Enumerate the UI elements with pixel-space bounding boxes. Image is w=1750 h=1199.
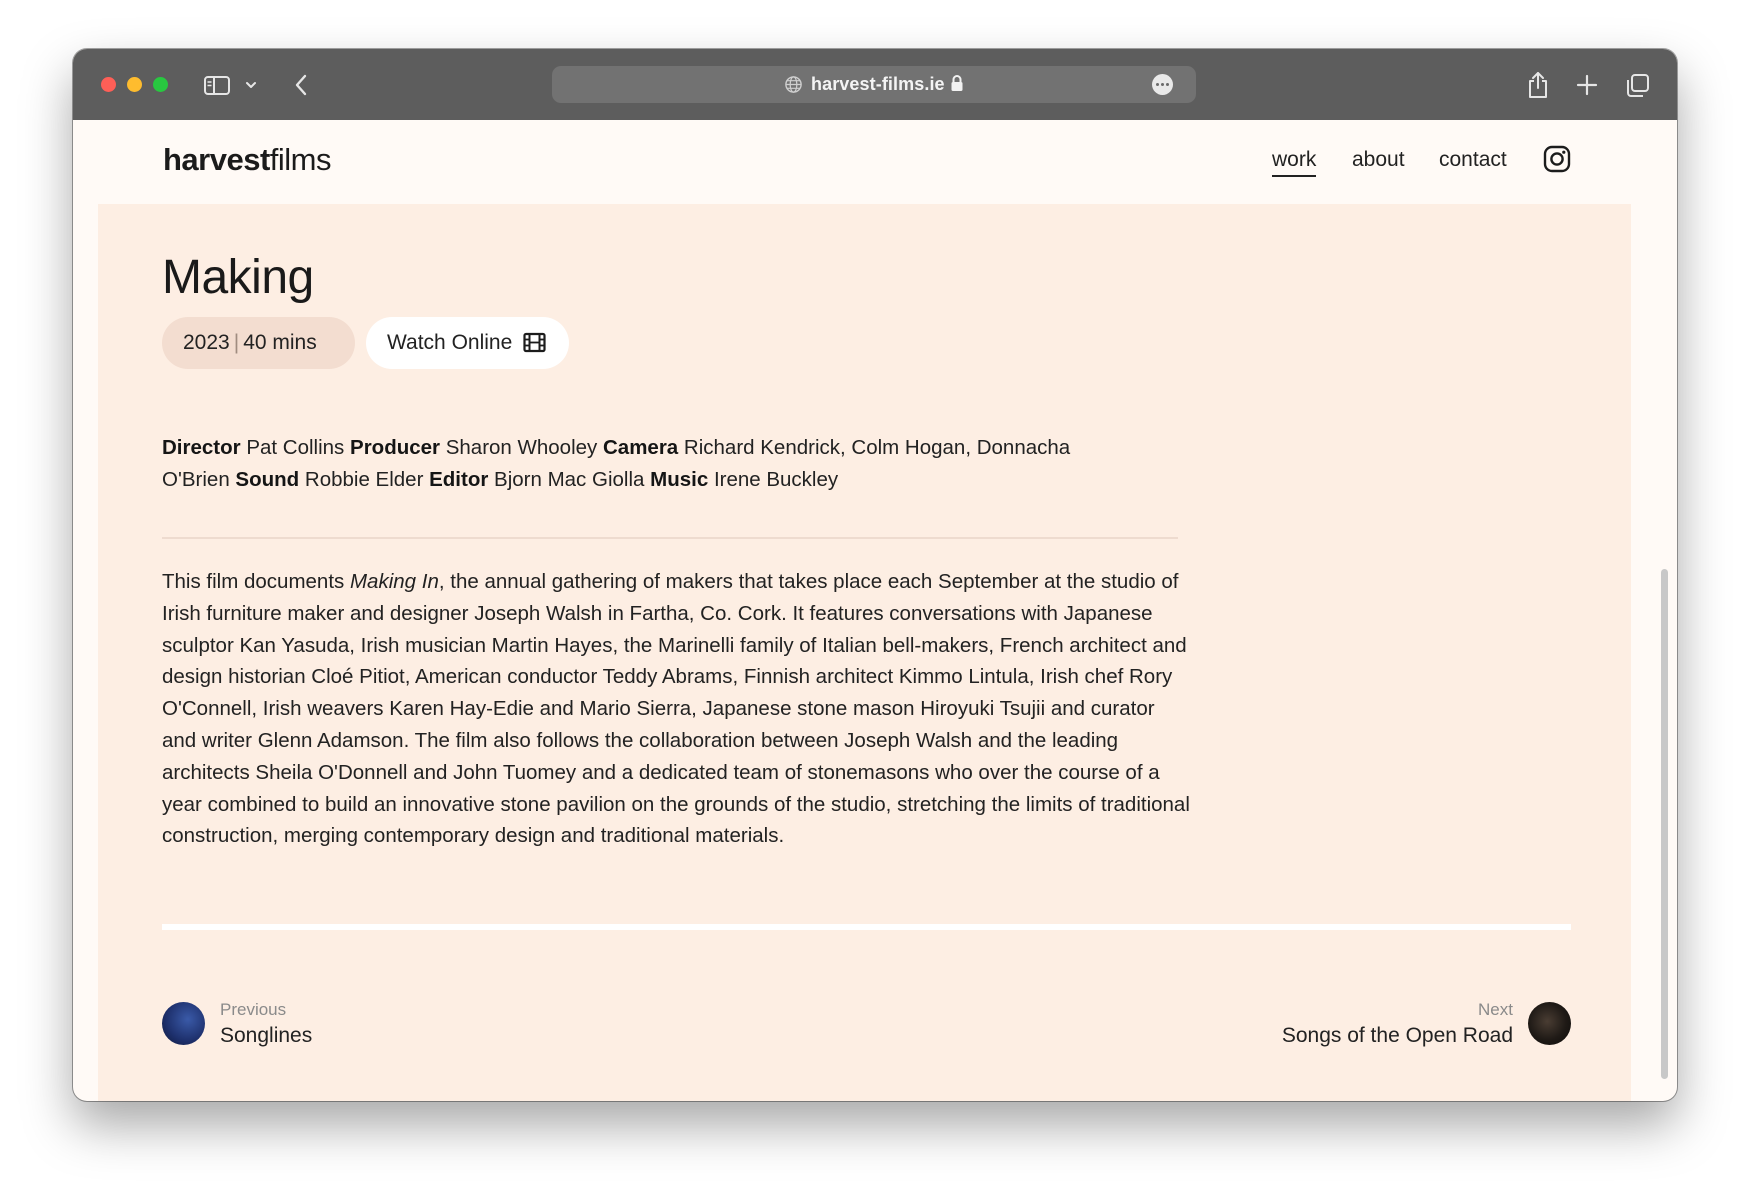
credit-role: Camera xyxy=(602,436,679,459)
credit-role: Director xyxy=(162,436,241,459)
site-logo[interactable]: harvestfilms xyxy=(163,142,332,178)
share-icon[interactable] xyxy=(1525,69,1551,101)
section-divider xyxy=(162,924,1571,930)
nav-work-link[interactable]: work xyxy=(1272,148,1317,177)
film-title-italic: Making In xyxy=(349,570,439,593)
site-header: harvestfilms work about contact xyxy=(73,120,1677,204)
credit-names: Sharon Whooley xyxy=(445,436,598,459)
credit-role: Music xyxy=(650,468,709,491)
previous-film-link[interactable]: Previous Songlines xyxy=(162,998,462,1058)
instagram-icon[interactable] xyxy=(1543,145,1571,173)
next-film-link[interactable]: Next Songs of the Open Road xyxy=(1211,998,1571,1058)
credit-role: Sound xyxy=(235,468,300,491)
close-window-button[interactable] xyxy=(101,77,116,92)
film-icon xyxy=(523,332,546,353)
film-duration: 40 mins xyxy=(243,331,317,354)
url-text: harvest-films.ie xyxy=(811,74,945,94)
credit-names: Robbie Elder xyxy=(304,468,424,491)
film-credits: Director Pat Collins Producer Sharon Who… xyxy=(162,432,1122,496)
film-year: 2023 xyxy=(183,331,230,354)
film-detail: Making 2023 | 40 mins Watch Online Directo… xyxy=(98,204,1631,1101)
zoom-window-button[interactable] xyxy=(153,77,168,92)
page-scrollbar[interactable] xyxy=(1661,569,1668,1079)
back-arrow-icon[interactable] xyxy=(290,69,314,101)
next-film-thumbnail xyxy=(1528,1002,1571,1045)
chevron-down-icon[interactable] xyxy=(243,69,259,101)
globe-icon xyxy=(785,76,802,93)
previous-label: Previous xyxy=(220,1000,287,1019)
browser-toolbar: harvest-films.ie xyxy=(73,49,1677,120)
lock-icon xyxy=(951,75,963,91)
watch-online-button[interactable]: Watch Online xyxy=(366,317,569,369)
sidebar-toggle-icon[interactable] xyxy=(203,69,231,101)
next-film-title: Songs of the Open Road xyxy=(1281,1024,1513,1047)
nav-about-link[interactable]: about xyxy=(1352,148,1405,172)
previous-film-thumbnail xyxy=(162,1002,205,1045)
film-description: This film documents Making In, the annua… xyxy=(162,570,1190,848)
address-bar[interactable]: harvest-films.ie xyxy=(552,66,1196,103)
browser-window: harvest-films.ie harvestfilms work about… xyxy=(73,49,1677,1101)
credit-names: Bjorn Mac Giolla xyxy=(494,468,645,491)
watch-online-label: Watch Online xyxy=(387,331,513,354)
credits-divider xyxy=(162,537,1178,539)
credit-role: Editor xyxy=(429,468,489,491)
credit-names: Irene Buckley xyxy=(713,468,839,491)
meta-separator: | xyxy=(233,331,240,354)
previous-film-title: Songlines xyxy=(220,1024,313,1047)
film-meta-badge: 2023 | 40 mins xyxy=(162,317,355,369)
nav-contact-link[interactable]: contact xyxy=(1439,148,1507,172)
minimize-window-button[interactable] xyxy=(127,77,142,92)
credit-role: Producer xyxy=(350,436,441,459)
new-tab-plus-icon[interactable] xyxy=(1575,69,1599,101)
more-options-icon[interactable] xyxy=(1152,74,1173,95)
tab-overview-icon[interactable] xyxy=(1624,69,1652,101)
credit-names: Pat Collins xyxy=(246,436,345,459)
page-title: Making xyxy=(162,251,314,304)
next-label: Next xyxy=(1478,1000,1513,1019)
